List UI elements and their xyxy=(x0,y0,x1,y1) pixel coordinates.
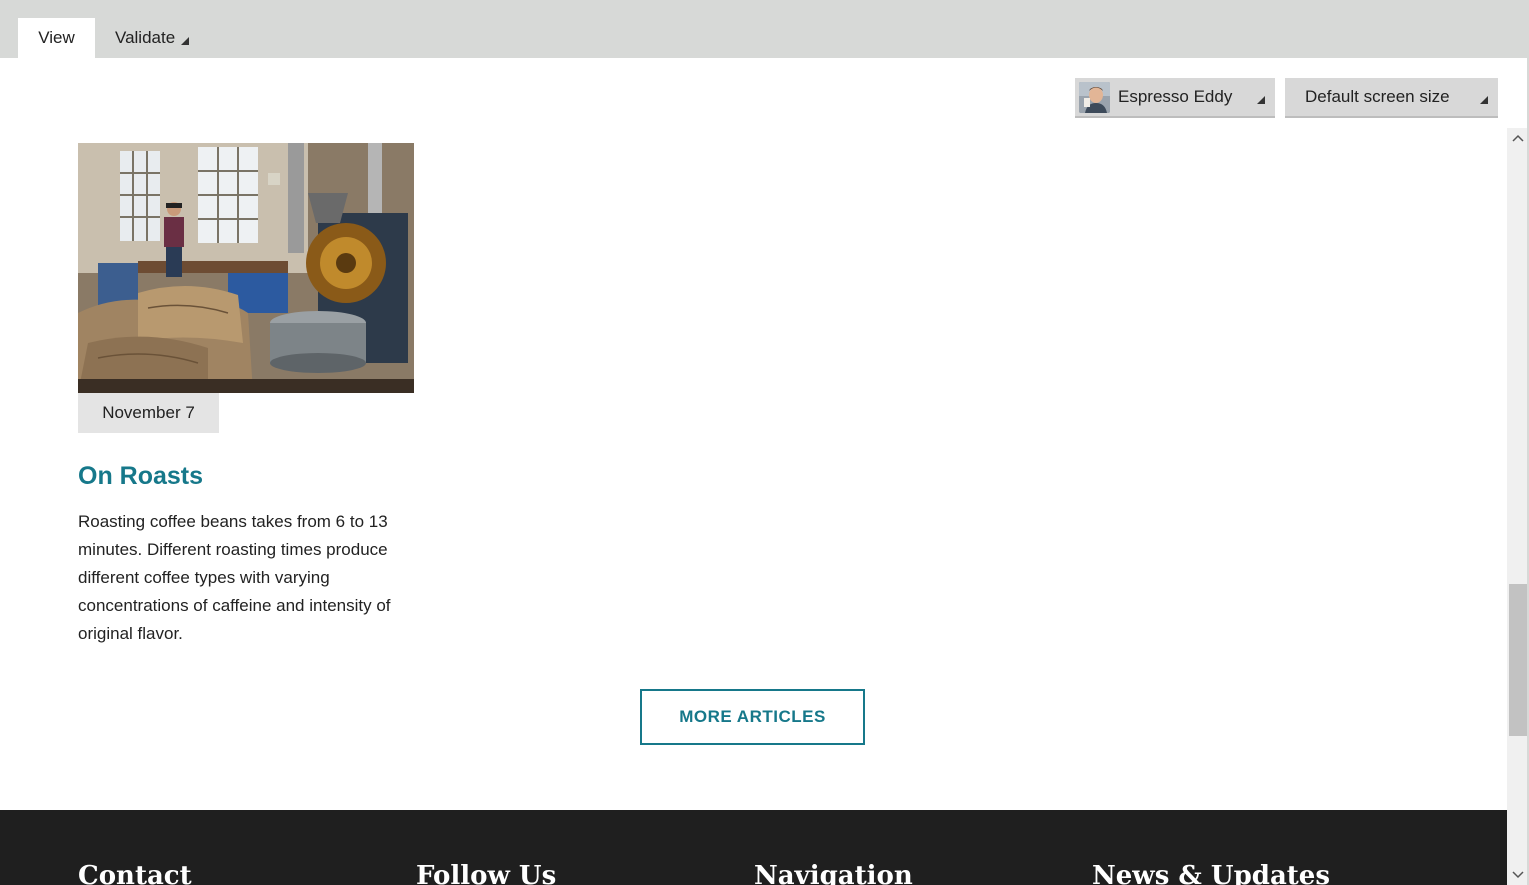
article-date: November 7 xyxy=(78,393,219,433)
more-articles-button[interactable]: MORE ARTICLES xyxy=(640,689,865,745)
site-footer: Contact Follow Us Navigation News & Upda… xyxy=(0,810,1507,885)
footer-heading-contact: Contact xyxy=(78,861,192,885)
tab-validate-label: Validate xyxy=(115,28,176,47)
footer-heading-news: News & Updates xyxy=(1092,861,1330,885)
footer-heading-navigation: Navigation xyxy=(754,861,913,885)
dropdown-triangle-icon xyxy=(1480,96,1488,104)
editor-tab-bar: View Validate xyxy=(0,0,1529,58)
scroll-down-icon[interactable] xyxy=(1507,865,1529,885)
vertical-scrollbar[interactable] xyxy=(1507,128,1529,885)
avatar xyxy=(1079,82,1110,113)
scrollbar-thumb[interactable] xyxy=(1509,584,1527,736)
coffee-roastery-photo xyxy=(78,143,414,393)
article-title[interactable]: On Roasts xyxy=(78,458,203,494)
article-image[interactable] xyxy=(78,143,414,393)
dropdown-triangle-icon xyxy=(181,37,190,45)
footer-heading-follow-us: Follow Us xyxy=(416,861,557,885)
persona-label: Espresso Eddy xyxy=(1118,87,1233,106)
article-summary: Roasting coffee beans takes from 6 to 13… xyxy=(78,512,391,643)
screen-size-dropdown[interactable]: Default screen size xyxy=(1285,78,1498,118)
dropdown-triangle-icon xyxy=(1257,96,1265,104)
tab-validate[interactable]: Validate xyxy=(115,18,190,58)
persona-dropdown[interactable]: Espresso Eddy xyxy=(1075,78,1275,118)
screen-size-label: Default screen size xyxy=(1305,87,1450,106)
tab-view[interactable]: View xyxy=(18,18,95,58)
scroll-up-icon[interactable] xyxy=(1507,128,1529,148)
